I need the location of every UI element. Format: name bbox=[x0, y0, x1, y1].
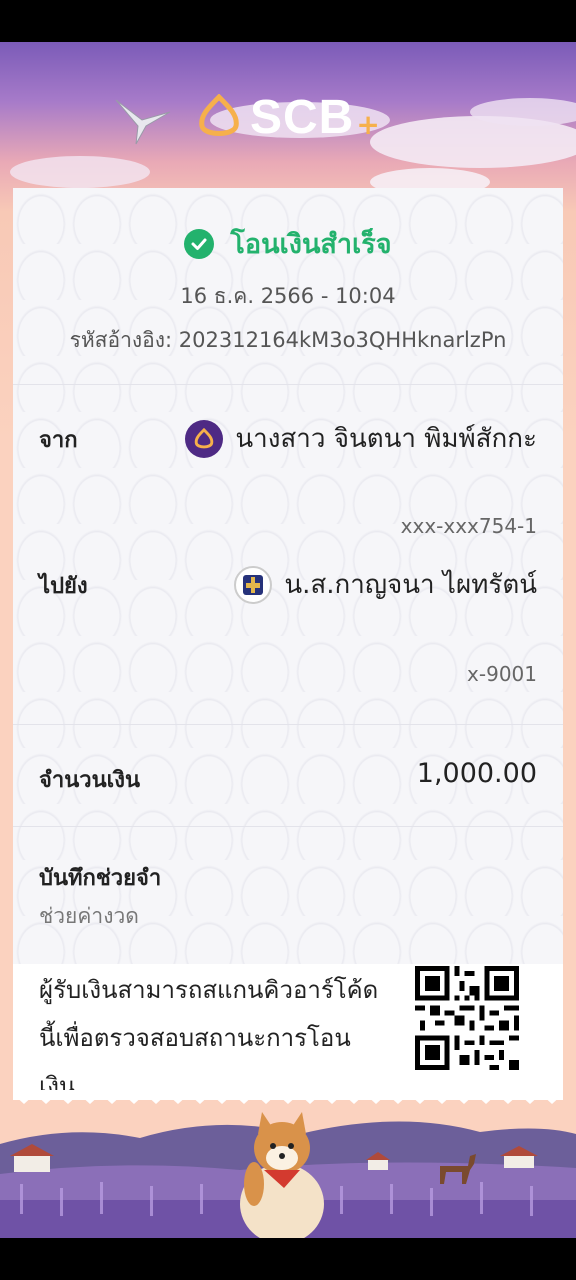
screen: SCB + โอนเงินสำเร็จ 16 ธ.ค. 2566 - 10:04… bbox=[0, 42, 576, 1238]
qr-code[interactable] bbox=[415, 966, 519, 1070]
brand-name: SCB bbox=[250, 90, 355, 144]
status-row: โอนเงินสำเร็จ bbox=[13, 222, 563, 265]
recipient-account: x-9001 bbox=[467, 662, 537, 686]
receipt-zigzag-edge bbox=[13, 1090, 563, 1104]
reference-code: รหัสอ้างอิง: 202312164kM3o3QHHknarlzPn bbox=[69, 328, 507, 352]
amount-value: 1,000.00 bbox=[416, 758, 537, 789]
qr-note: ผู้รับเงินสามารถสแกนคิวอาร์โค้ดนี้เพื่อต… bbox=[39, 976, 379, 1100]
scb-logo: SCB + bbox=[196, 90, 380, 144]
bird-icon bbox=[115, 99, 171, 145]
success-check-icon bbox=[184, 228, 215, 259]
from-label: จาก bbox=[39, 428, 78, 453]
receipt-card: โอนเงินสำเร็จ 16 ธ.ค. 2566 - 10:04 รหัสอ… bbox=[13, 188, 563, 1100]
to-label: ไปยัง bbox=[39, 574, 88, 599]
memo-value: ช่วยค่างวด bbox=[39, 904, 139, 928]
sender-name: นางสาว จินตนา พิมพ์สักกะ bbox=[235, 424, 537, 454]
status-text: โอนเงินสำเร็จ bbox=[230, 229, 392, 260]
divider bbox=[13, 384, 563, 385]
brand-plus: + bbox=[356, 107, 380, 141]
sender-account: xxx-xxx754-1 bbox=[400, 514, 537, 538]
divider bbox=[13, 826, 563, 827]
scb-logo-icon bbox=[199, 94, 239, 136]
transaction-datetime: 16 ธ.ค. 2566 - 10:04 bbox=[180, 284, 396, 308]
memo-label: บันทึกช่วยจำ bbox=[39, 866, 162, 891]
divider bbox=[13, 724, 563, 725]
lavender-field-illustration bbox=[0, 1112, 576, 1238]
recipient-name: น.ส.กาญจนา ไผทรัตน์ bbox=[284, 570, 537, 600]
to-row: น.ส.กาญจนา ไผทรัตน์ bbox=[234, 564, 537, 605]
gsb-bank-icon bbox=[234, 565, 273, 604]
amount-label: จำนวนเงิน bbox=[39, 768, 140, 793]
from-row: นางสาว จินตนา พิมพ์สักกะ bbox=[185, 418, 537, 459]
scb-bank-icon bbox=[185, 419, 224, 458]
